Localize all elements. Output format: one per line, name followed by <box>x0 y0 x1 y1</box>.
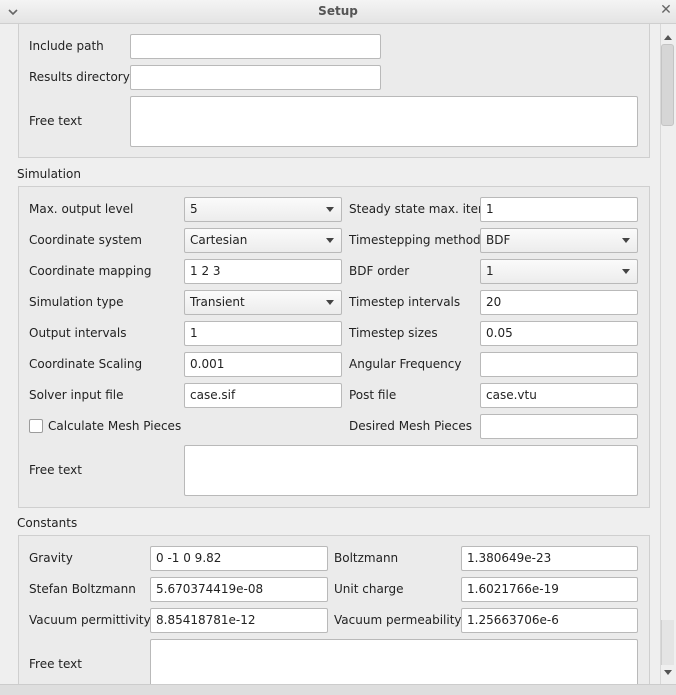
scroll-up-arrow-icon[interactable] <box>664 35 672 40</box>
chevron-down-icon <box>622 238 630 243</box>
desired-mesh-pieces-label: Desired Mesh Pieces <box>349 419 473 433</box>
include-path-label: Include path <box>29 39 104 53</box>
coordinate-mapping-input[interactable]: 1 2 3 <box>184 259 342 284</box>
output-intervals-input[interactable]: 1 <box>184 321 342 346</box>
simulation-type-value: Transient <box>190 295 245 309</box>
bdf-order-select[interactable]: 1 <box>480 259 638 284</box>
coordinate-system-label: Coordinate system <box>29 233 142 247</box>
timestep-intervals-label: Timestep intervals <box>349 295 461 309</box>
vacuum-permeability-input[interactable]: 1.25663706e-6 <box>461 608 638 633</box>
chevron-down-icon <box>622 269 630 274</box>
simulation-type-label: Simulation type <box>29 295 124 309</box>
coordinate-system-value: Cartesian <box>190 233 248 247</box>
setup-form: Include path Results directory Free text… <box>0 24 660 684</box>
chevron-down-icon <box>326 207 334 212</box>
vacuum-permittivity-label: Vacuum permittivity <box>29 613 151 627</box>
window-title: Setup <box>318 4 358 18</box>
timestepping-method-label: Timestepping method <box>349 233 481 247</box>
coordinate-system-select[interactable]: Cartesian <box>184 228 342 253</box>
post-file-label: Post file <box>349 388 397 402</box>
calculate-mesh-pieces-label[interactable]: Calculate Mesh Pieces <box>48 419 181 433</box>
chevron-down-icon <box>326 238 334 243</box>
output-intervals-label: Output intervals <box>29 326 127 340</box>
gravity-label: Gravity <box>29 551 73 565</box>
chevron-down-icon <box>326 300 334 305</box>
angular-frequency-label: Angular Frequency <box>349 357 462 371</box>
max-output-level-value: 5 <box>190 202 198 216</box>
constants-free-text-label: Free text <box>29 657 82 671</box>
timestep-intervals-input[interactable]: 20 <box>480 290 638 315</box>
simulation-free-text-area[interactable] <box>184 445 638 496</box>
general-free-text-area[interactable] <box>130 96 638 147</box>
bdf-order-value: 1 <box>486 264 494 278</box>
window-bottom-edge <box>0 684 676 695</box>
bdf-order-label: BDF order <box>349 264 410 278</box>
stefan-boltzmann-input[interactable]: 5.670374419e-08 <box>150 577 328 602</box>
unit-charge-input[interactable]: 1.6021766e-19 <box>461 577 638 602</box>
timestep-sizes-label: Timestep sizes <box>349 326 438 340</box>
max-output-level-label: Max. output level <box>29 202 134 216</box>
scrollbar-track-lower[interactable] <box>661 620 674 665</box>
stefan-boltzmann-label: Stefan Boltzmann <box>29 582 136 596</box>
results-directory-label: Results directory <box>29 70 130 84</box>
max-output-level-select[interactable]: 5 <box>184 197 342 222</box>
results-directory-input[interactable] <box>130 65 381 90</box>
calculate-mesh-pieces-checkbox[interactable] <box>29 419 43 433</box>
constants-free-text-area[interactable] <box>150 639 638 684</box>
solver-input-file-input[interactable]: case.sif <box>184 383 342 408</box>
steady-state-max-iter-input[interactable]: 1 <box>480 197 638 222</box>
simulation-free-text-label: Free text <box>29 463 82 477</box>
simulation-group-title: Simulation <box>17 167 81 181</box>
coordinate-mapping-label: Coordinate mapping <box>29 264 152 278</box>
scrollbar-thumb[interactable] <box>661 44 674 126</box>
solver-input-file-label: Solver input file <box>29 388 124 402</box>
coordinate-scaling-label: Coordinate Scaling <box>29 357 143 371</box>
include-path-input[interactable] <box>130 34 381 59</box>
vacuum-permeability-label: Vacuum permeability <box>334 613 462 627</box>
boltzmann-input[interactable]: 1.380649e-23 <box>461 546 638 571</box>
close-icon[interactable]: ✕ <box>659 3 673 17</box>
constants-group-title: Constants <box>17 516 78 530</box>
unit-charge-label: Unit charge <box>334 582 404 596</box>
steady-state-max-iter-label: Steady state max. iter <box>349 202 483 216</box>
post-file-input[interactable]: case.vtu <box>480 383 638 408</box>
timestepping-method-select[interactable]: BDF <box>480 228 638 253</box>
timestepping-method-value: BDF <box>486 233 511 247</box>
boltzmann-label: Boltzmann <box>334 551 399 565</box>
simulation-type-select[interactable]: Transient <box>184 290 342 315</box>
angular-frequency-input[interactable] <box>480 352 638 377</box>
scroll-down-arrow-icon[interactable] <box>664 670 672 675</box>
timestep-sizes-input[interactable]: 0.05 <box>480 321 638 346</box>
coordinate-scaling-input[interactable]: 0.001 <box>184 352 342 377</box>
gravity-input[interactable]: 0 -1 0 9.82 <box>150 546 328 571</box>
vacuum-permittivity-input[interactable]: 8.85418781e-12 <box>150 608 328 633</box>
general-free-text-label: Free text <box>29 114 82 128</box>
desired-mesh-pieces-input[interactable] <box>480 414 638 439</box>
title-bar: Setup ✕ <box>0 0 676 24</box>
